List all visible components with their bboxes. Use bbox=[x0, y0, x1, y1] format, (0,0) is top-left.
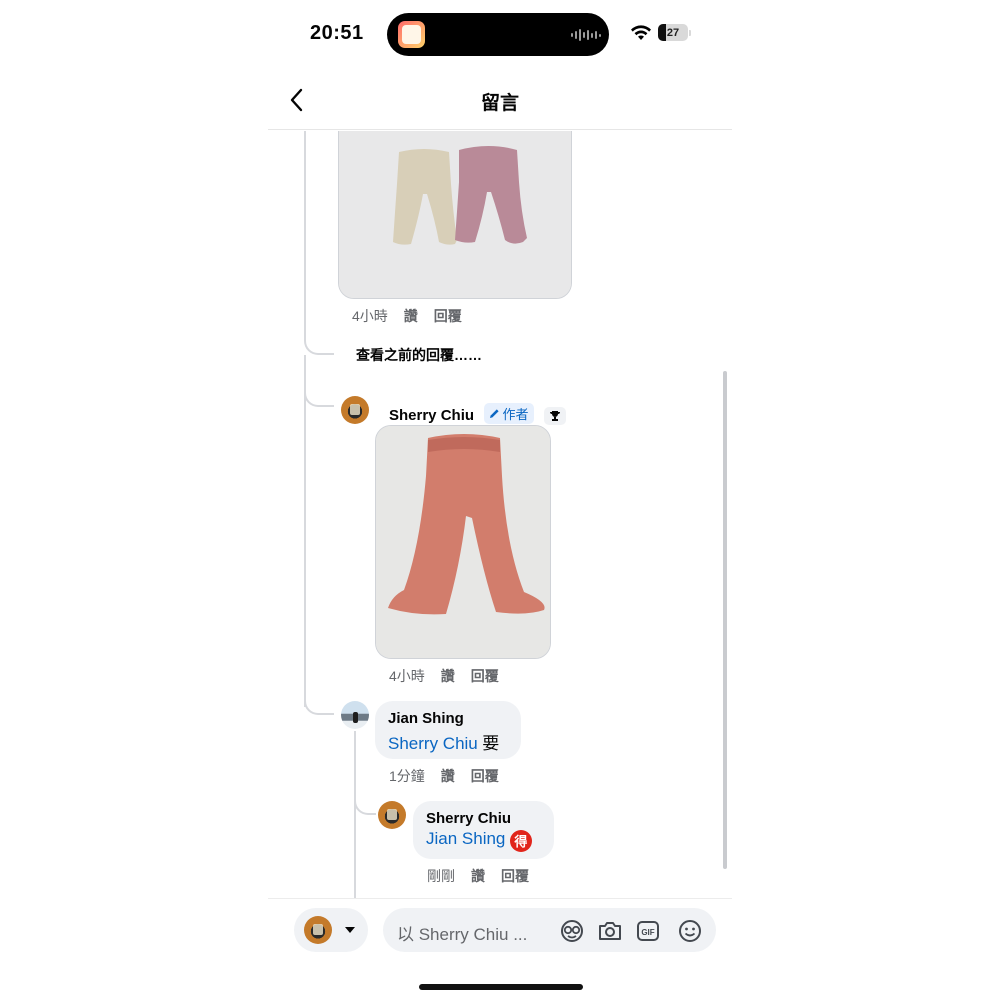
comment-author-row: Sherry Chiu 作者 bbox=[389, 403, 566, 425]
gif-icon[interactable]: GIF bbox=[635, 918, 661, 944]
battery-icon: 27 bbox=[658, 24, 688, 41]
comment-time: 剛剛 bbox=[427, 868, 455, 884]
chevron-down-icon bbox=[345, 927, 355, 933]
view-previous-replies-link[interactable]: 查看之前的回覆…… bbox=[356, 345, 482, 365]
thread-connector bbox=[354, 781, 376, 815]
comment-meta: 4小時 讚 回覆 bbox=[389, 666, 499, 686]
scrollbar[interactable] bbox=[723, 371, 727, 869]
pencil-icon bbox=[490, 409, 500, 418]
author-badge-label: 作者 bbox=[502, 407, 529, 422]
comment-bubble[interactable]: Jian Shing Sherry Chiu 要 bbox=[375, 701, 521, 759]
reply-button[interactable]: 回覆 bbox=[471, 666, 499, 686]
profile-switcher[interactable] bbox=[294, 908, 368, 952]
wifi-icon bbox=[631, 25, 651, 40]
comment-image[interactable] bbox=[375, 425, 551, 659]
header: 留言 bbox=[268, 72, 732, 130]
avatar[interactable] bbox=[341, 701, 369, 729]
page-title: 留言 bbox=[480, 93, 519, 114]
pants-photo-pair bbox=[339, 131, 571, 298]
like-button[interactable]: 讚 bbox=[441, 666, 455, 686]
mention-link[interactable]: Jian Shing bbox=[426, 829, 505, 848]
de-emoji-icon: 得 bbox=[509, 829, 532, 852]
author-badge: 作者 bbox=[484, 403, 534, 424]
island-app-icon bbox=[398, 21, 425, 48]
like-button[interactable]: 讚 bbox=[441, 766, 455, 786]
thread-connector bbox=[304, 321, 334, 355]
reply-meta: 4小時 讚 回覆 bbox=[352, 306, 462, 326]
comment-author[interactable]: Sherry Chiu bbox=[426, 810, 541, 827]
comment-author[interactable]: Jian Shing bbox=[388, 710, 508, 727]
avatar-sticker-icon[interactable] bbox=[559, 918, 585, 944]
comment-time: 1分鐘 bbox=[389, 768, 425, 784]
reply-time: 4小時 bbox=[352, 308, 388, 324]
comment-input[interactable]: 以 Sherry Chiu ... GIF bbox=[383, 908, 716, 952]
reply-button[interactable]: 回覆 bbox=[501, 866, 529, 886]
comment-image[interactable] bbox=[338, 131, 572, 299]
comment-meta: 剛剛 讚 回覆 bbox=[427, 866, 529, 886]
thread-connector bbox=[304, 681, 334, 715]
home-indicator[interactable] bbox=[419, 984, 583, 990]
thread-line bbox=[354, 731, 356, 899]
phone-screen: 20:51 27 留言 4小時 讚 回覆 查看之前的回覆…… Sherry Ch… bbox=[268, 0, 732, 1000]
thread-connector bbox=[304, 367, 334, 407]
thread-line bbox=[304, 131, 306, 321]
battery-cap bbox=[689, 30, 691, 36]
audio-wave-icon bbox=[571, 28, 601, 42]
comment-composer: 以 Sherry Chiu ... GIF bbox=[268, 898, 732, 963]
camera-icon[interactable] bbox=[597, 918, 623, 944]
avatar bbox=[304, 916, 332, 944]
reply-button[interactable]: 回覆 bbox=[434, 306, 462, 326]
comment-thread[interactable]: 4小時 讚 回覆 查看之前的回覆…… Sherry Chiu 作者 4小時 讚 … bbox=[268, 131, 732, 899]
avatar[interactable] bbox=[378, 801, 406, 829]
reply-button[interactable]: 回覆 bbox=[471, 766, 499, 786]
comment-time: 4小時 bbox=[389, 668, 425, 684]
like-button[interactable]: 讚 bbox=[404, 306, 418, 326]
pink-pants-photo bbox=[376, 426, 550, 658]
battery-level: 27 bbox=[666, 26, 680, 39]
comment-text: 要 bbox=[482, 734, 500, 753]
comment-bubble[interactable]: Sherry Chiu Jian Shing 得 bbox=[413, 801, 554, 859]
like-button[interactable]: 讚 bbox=[471, 866, 485, 886]
thread-line bbox=[304, 355, 306, 707]
emoji-icon[interactable] bbox=[677, 918, 703, 944]
avatar[interactable] bbox=[341, 396, 369, 424]
mention-link[interactable]: Sherry Chiu bbox=[388, 734, 478, 753]
comment-input-placeholder: 以 Sherry Chiu ... bbox=[397, 925, 528, 944]
svg-text:GIF: GIF bbox=[641, 928, 654, 937]
status-time: 20:51 bbox=[310, 22, 364, 44]
comment-author[interactable]: Sherry Chiu bbox=[389, 407, 474, 424]
dynamic-island bbox=[387, 13, 609, 56]
trophy-icon bbox=[543, 407, 566, 425]
comment-meta: 1分鐘 讚 回覆 bbox=[389, 766, 499, 786]
